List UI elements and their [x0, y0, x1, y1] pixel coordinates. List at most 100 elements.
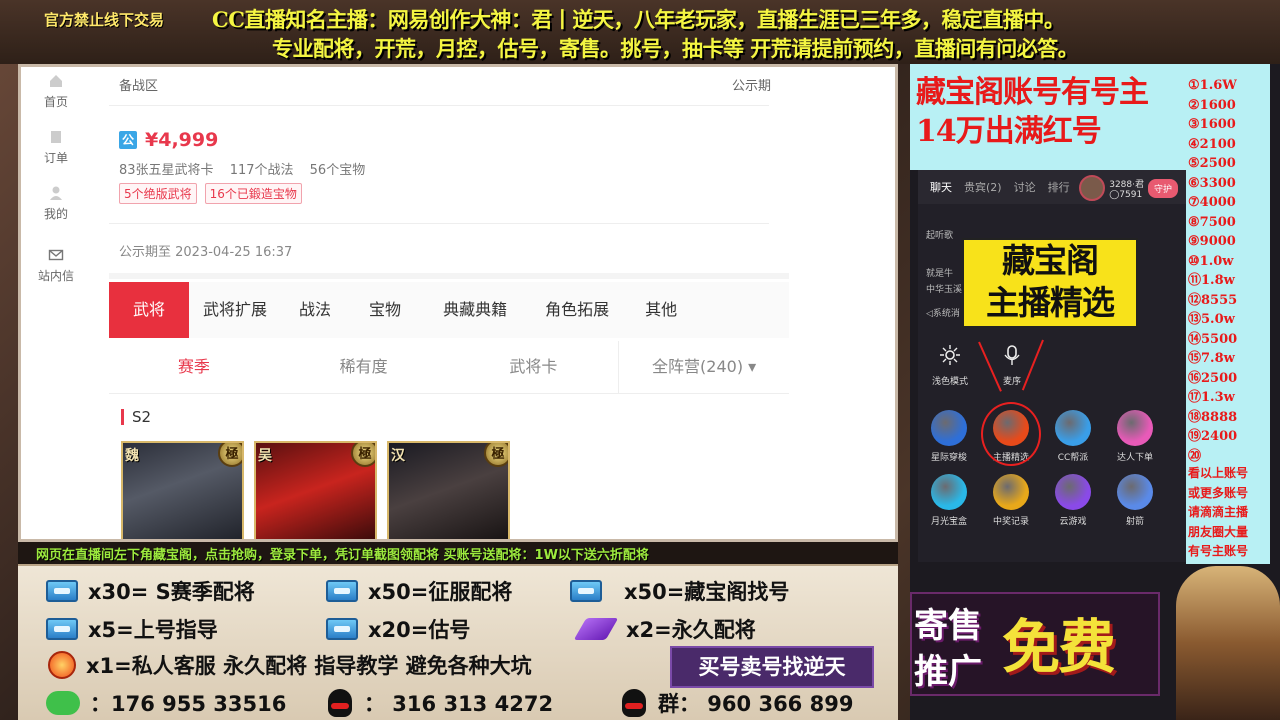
- tab-treasures[interactable]: 宝物: [349, 282, 421, 338]
- banner-line-1: CC直播知名主播：网易创作大神：君丨逆天，八年老玩家，直播生涯已三年多，稳定直播…: [212, 7, 1065, 32]
- nav-mine[interactable]: 我的: [21, 185, 91, 222]
- tool-label: 月光宝盒: [930, 517, 967, 527]
- nav-messages-label: 站内信: [37, 269, 74, 283]
- side-note-line: 看以上账号: [1188, 466, 1249, 480]
- phone-tab-discuss[interactable]: 讨论: [1014, 179, 1036, 195]
- service-item: x2=永久配将: [573, 614, 756, 644]
- qq-icon: [328, 689, 352, 717]
- guard-button[interactable]: 守护: [1147, 178, 1178, 198]
- trade-warning: 官方禁止线下交易: [44, 11, 165, 29]
- tab-hero-ext[interactable]: 武将扩展: [189, 282, 281, 338]
- user-icon: [50, 186, 62, 200]
- right-title-1: 藏宝阁账号有号主: [916, 75, 1149, 110]
- buy-sell-promo: 买号卖号找逆天: [670, 646, 874, 688]
- tab-collection[interactable]: 典藏典籍: [421, 282, 529, 338]
- price-list-item: ⑧7500: [1188, 214, 1236, 230]
- avatar[interactable]: [1079, 175, 1106, 201]
- phone-feature-button[interactable]: 射箭: [1110, 474, 1160, 527]
- scrolling-ticker: 网页在直播间左下角藏宝阁，点击抢购，登录下单，凭订单截图领配将 买账号送配将：1…: [18, 542, 898, 564]
- ticker-text: 网页在直播间左下角藏宝阁，点击抢购，登录下单，凭订单截图领配将 买账号送配将：1…: [36, 548, 649, 563]
- nav-orders[interactable]: 订单: [21, 129, 91, 166]
- price-list-item: ⑫8555: [1188, 292, 1238, 308]
- promo-word-consign: 寄售: [914, 606, 982, 646]
- side-nav: 首页 订单 我的 站内信: [21, 67, 91, 539]
- phone-feature-button[interactable]: 达人下单: [1110, 410, 1160, 463]
- rank-badge: 極: [218, 443, 242, 467]
- publicity-date: 公示期至 2023-04-25 16:37: [119, 245, 293, 260]
- tag-limited-heroes: 5个绝版武将: [119, 183, 197, 204]
- feature-icon: [1117, 474, 1153, 510]
- status-row: 备战区 公示期: [119, 75, 771, 94]
- nav-messages[interactable]: 站内信: [21, 247, 91, 284]
- price-list-item: ⑩1.0w: [1188, 253, 1234, 269]
- price-list-item: ①1.6W: [1188, 78, 1237, 93]
- side-note-line: 有号主账号: [1188, 544, 1249, 558]
- right-title-2: 14万出满红号: [916, 114, 1102, 149]
- qq-icon: [622, 689, 646, 717]
- streamer-info: 3288·君 ◯7591 守护: [1079, 175, 1178, 201]
- listing-content: 备战区 公示期 公 ¥4,999 83张五星武将卡 117个战法 56个宝物 5…: [109, 67, 789, 539]
- stat-heroes: 83张五星武将卡: [119, 163, 214, 178]
- microphone-icon: [1004, 345, 1020, 365]
- phone-feature-button[interactable]: 星际穿梭: [924, 410, 974, 463]
- tab-other[interactable]: 其他: [625, 282, 697, 338]
- price-list-item: ⑱8888: [1188, 409, 1238, 425]
- faction-label: 汉: [391, 448, 405, 464]
- status-period: 公示期: [731, 79, 771, 94]
- side-note-line: 朋友圈大量: [1188, 524, 1249, 539]
- faction-label: 魏: [125, 448, 139, 464]
- subtab-rarity[interactable]: 稀有度: [279, 341, 449, 393]
- tag-forged-treasures: 16个已鍛造宝物: [204, 183, 302, 204]
- service-item: x50=藏宝阁找号: [570, 576, 789, 606]
- light-mode-button[interactable]: 浅色模式: [930, 344, 970, 387]
- mascot-character: [1176, 566, 1280, 720]
- hero-card[interactable]: 吴 極: [254, 441, 377, 539]
- brightness-icon: [940, 345, 960, 365]
- listing-tags: 5个绝版武将 16个已鍛造宝物: [119, 183, 302, 204]
- nav-home[interactable]: 首页: [21, 73, 91, 110]
- phone-feature-button[interactable]: 中奖记录: [986, 474, 1036, 527]
- listing-price: ¥4,999: [145, 129, 219, 151]
- subtab-hero-card[interactable]: 武将卡: [449, 341, 619, 393]
- order-icon: [51, 131, 61, 143]
- group-number: 群： 960 366 899: [658, 692, 854, 716]
- tool-label: 星际穿梭: [930, 453, 967, 463]
- service-text: x1=私人客服 永久配将 指导教学 避免各种大坑: [86, 654, 532, 678]
- tool-label: 浅色模式: [931, 377, 968, 387]
- price-list-item: ⑯2500: [1188, 370, 1238, 386]
- phone-tab-rank[interactable]: 排行: [1048, 179, 1070, 195]
- nav-home-label: 首页: [43, 95, 68, 109]
- camp-filter-select[interactable]: 全阵营(240) ▾: [618, 341, 789, 393]
- streamer-fans: ◯7591: [1109, 189, 1143, 200]
- tab-skills[interactable]: 战法: [281, 282, 349, 338]
- phone-tab-chat[interactable]: 聊天: [930, 179, 952, 195]
- phone-feature-button[interactable]: 月光宝盒: [924, 474, 974, 527]
- price-list-item: ⑭5500: [1188, 331, 1238, 347]
- overlay-line-2: 主播精选: [986, 283, 1115, 322]
- ticket-icon: [570, 580, 602, 602]
- season-title: S2: [121, 409, 151, 425]
- phone-feature-button[interactable]: CC帮派: [1048, 410, 1098, 463]
- price-list-item: ⑮7.8w: [1188, 351, 1235, 366]
- hero-card[interactable]: 魏 極: [121, 441, 244, 539]
- price-list-item: ③1600: [1188, 117, 1236, 132]
- service-text: x50=藏宝阁找号: [624, 580, 790, 604]
- phone-tab-vip[interactable]: 贵宾(2): [964, 179, 1002, 195]
- phone-feature-button[interactable]: 云游戏: [1048, 474, 1098, 527]
- stat-treasures: 56个宝物: [309, 163, 366, 178]
- price-list-item: ⑳: [1188, 448, 1202, 464]
- rank-badge: 極: [484, 443, 508, 467]
- tab-heroes[interactable]: 武将: [109, 282, 190, 338]
- highlight-circle: [981, 402, 1041, 466]
- mail-icon: [48, 249, 64, 261]
- service-item: x1=私人客服 永久配将 指导教学 避免各种大坑: [48, 650, 532, 680]
- subtab-season[interactable]: 赛季: [109, 341, 279, 393]
- tab-role-ext[interactable]: 角色拓展: [529, 282, 625, 338]
- price-list-item: ④2100: [1188, 136, 1236, 152]
- hero-card[interactable]: 汉 極: [387, 441, 510, 539]
- nav-mine-label: 我的: [43, 207, 68, 221]
- faction-label: 吴: [258, 448, 272, 464]
- price-list-item: ⑤2500: [1188, 156, 1236, 171]
- contact-wechat: ：176 955 33516: [46, 688, 286, 718]
- divider: [109, 223, 769, 224]
